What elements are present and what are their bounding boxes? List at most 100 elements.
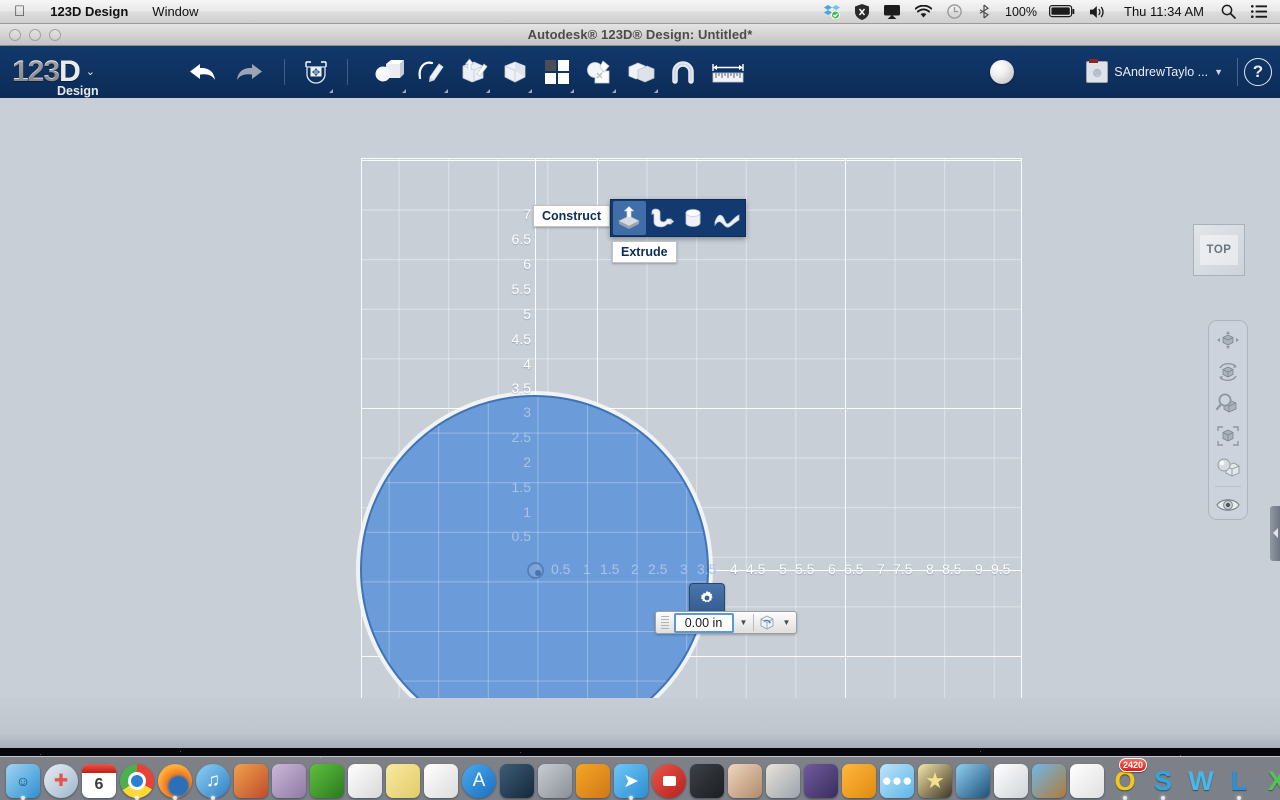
undo-button[interactable] bbox=[178, 49, 226, 95]
dock-item-letter-s[interactable]: S bbox=[1144, 760, 1182, 800]
chevron-down-icon[interactable] bbox=[654, 89, 658, 93]
bluetooth-icon[interactable] bbox=[970, 0, 998, 23]
dock-item-letter-w[interactable]: W bbox=[1182, 760, 1220, 798]
design-canvas[interactable]: 7 6.5 6 5.5 5 4.5 4 3.5 3 2.5 2 1.5 1 0.… bbox=[0, 98, 1280, 748]
dock-item-system-preferences[interactable] bbox=[536, 760, 574, 798]
dock-item-iphone-tool[interactable] bbox=[726, 760, 764, 798]
chevron-down-icon[interactable]: ▼ bbox=[1214, 67, 1223, 77]
chevron-down-icon[interactable] bbox=[612, 89, 616, 93]
dock-item-quicktime[interactable] bbox=[954, 760, 992, 798]
dock-item-keynote[interactable] bbox=[1030, 760, 1068, 798]
sketch-button[interactable] bbox=[410, 49, 452, 95]
menubar-item-window[interactable]: Window bbox=[140, 0, 210, 23]
dock-item-itunes[interactable]: ♫ bbox=[194, 760, 232, 800]
grouping-button[interactable] bbox=[578, 49, 620, 95]
dock-item-mw-app[interactable] bbox=[498, 760, 536, 798]
spotlight-search-icon[interactable] bbox=[1214, 0, 1243, 23]
view-style-tool-button[interactable] bbox=[1213, 454, 1243, 481]
battery-icon[interactable] bbox=[1042, 0, 1082, 23]
transform-button[interactable] bbox=[295, 49, 337, 95]
display-settings-tool-button[interactable] bbox=[1213, 492, 1243, 519]
flip-direction-icon[interactable] bbox=[757, 614, 777, 632]
dock-item-twitter[interactable]: ➤ bbox=[612, 760, 650, 800]
account-name: SAndrewTaylo ... bbox=[1114, 65, 1209, 79]
snap-button[interactable] bbox=[662, 49, 704, 95]
navbar-divider bbox=[1215, 486, 1241, 487]
menubar-clock[interactable]: Thu 11:34 AM bbox=[1115, 4, 1213, 19]
menubar-app-name[interactable]: 123D Design bbox=[38, 0, 140, 23]
chevron-down-icon[interactable] bbox=[444, 89, 448, 93]
account-menu[interactable]: ☻ SAndrewTaylo ... ▼ bbox=[1086, 59, 1231, 83]
antivirus-shield-icon[interactable] bbox=[848, 0, 876, 23]
construct-button[interactable] bbox=[452, 49, 494, 95]
extrude-settings-button[interactable] bbox=[689, 583, 725, 613]
dock-item-letter-o[interactable]: O 2420 bbox=[1106, 758, 1147, 800]
chevron-down-icon[interactable]: ⌄ bbox=[86, 65, 95, 78]
volume-icon[interactable] bbox=[1083, 0, 1114, 23]
chevron-down-icon[interactable] bbox=[402, 89, 406, 93]
dock-item-matlab[interactable] bbox=[688, 760, 726, 798]
pattern-button[interactable] bbox=[536, 49, 578, 95]
apple-logo-icon[interactable]:  bbox=[0, 4, 38, 19]
dock-item-sketchup[interactable] bbox=[232, 760, 270, 798]
revolve-tool-button[interactable] bbox=[678, 201, 711, 235]
dock-item-blender[interactable] bbox=[574, 760, 612, 798]
drag-handle-icon[interactable] bbox=[659, 614, 671, 631]
flip-dropdown-caret-icon[interactable]: ▼ bbox=[780, 618, 793, 627]
dock-item-imovie[interactable]: ★ bbox=[916, 760, 954, 798]
zoom-tool-button[interactable] bbox=[1213, 390, 1243, 417]
loft-tool-button[interactable] bbox=[711, 201, 744, 235]
value-dropdown-caret-icon[interactable]: ▼ bbox=[737, 618, 750, 627]
battery-percent: 100% bbox=[1005, 4, 1038, 19]
dock-item-firefox[interactable] bbox=[156, 760, 194, 800]
combine-button[interactable] bbox=[620, 49, 662, 95]
dock-item-numbers[interactable] bbox=[992, 760, 1030, 798]
finder-icon: ☺ bbox=[6, 764, 40, 798]
fit-tool-button[interactable] bbox=[1213, 422, 1243, 449]
dock-item-chrome[interactable] bbox=[118, 760, 156, 800]
dock-item-letter-l[interactable]: L bbox=[1220, 760, 1258, 800]
orbit-tool-button[interactable] bbox=[1213, 358, 1243, 385]
dock-item-screen-recorder[interactable] bbox=[650, 760, 688, 798]
material-button[interactable] bbox=[978, 60, 1026, 84]
redo-button[interactable] bbox=[226, 49, 274, 95]
chevron-down-icon[interactable] bbox=[570, 89, 574, 93]
dock-item-safari[interactable]: ✚ bbox=[42, 760, 80, 798]
dock-item-letter-x[interactable]: X bbox=[1258, 760, 1280, 798]
extrude-distance-input[interactable]: 0.00 in bbox=[674, 612, 734, 633]
dropbox-icon[interactable] bbox=[817, 0, 847, 23]
dock[interactable]: ☺✚ 6 ♫A➤ ●●●★O2420SWLXCPL 43 bbox=[0, 756, 1280, 800]
meshmixer-icon bbox=[272, 764, 306, 798]
extrude-tool-button[interactable] bbox=[613, 201, 646, 235]
dock-item-purple-tool[interactable] bbox=[802, 760, 840, 798]
airplay-icon[interactable] bbox=[877, 0, 907, 23]
dock-item-photo-app[interactable] bbox=[1068, 760, 1106, 798]
dock-item-preview[interactable] bbox=[764, 760, 802, 798]
pan-tool-button[interactable] bbox=[1213, 326, 1243, 353]
viewcube[interactable]: TOP bbox=[1193, 224, 1245, 276]
primitives-button[interactable] bbox=[368, 49, 410, 95]
dock-item-messages[interactable]: ●●● bbox=[878, 760, 916, 798]
panel-expand-handle[interactable] bbox=[1270, 506, 1280, 561]
measure-button[interactable] bbox=[704, 49, 752, 95]
chevron-down-icon[interactable] bbox=[528, 89, 532, 93]
chevron-down-icon[interactable] bbox=[486, 89, 490, 93]
dock-item-flower-app[interactable] bbox=[840, 760, 878, 798]
notification-center-icon[interactable] bbox=[1244, 0, 1274, 23]
dock-item-meshmixer[interactable] bbox=[270, 760, 308, 798]
dock-item-finder[interactable]: ☺ bbox=[4, 760, 42, 800]
dock-item-textedit[interactable] bbox=[422, 760, 460, 798]
dock-item-reminders[interactable] bbox=[346, 760, 384, 798]
dock-item-stickies[interactable] bbox=[384, 760, 422, 798]
help-button[interactable]: ? bbox=[1244, 58, 1272, 86]
app-logo[interactable]: 123 D ⌄ Design bbox=[0, 57, 150, 99]
purple-tool-icon bbox=[804, 764, 838, 798]
wifi-icon[interactable] bbox=[908, 0, 939, 23]
sweep-tool-button[interactable] bbox=[646, 201, 679, 235]
dock-item-grasshopper[interactable] bbox=[308, 760, 346, 798]
y-axis-labels: 7 6.5 6 5.5 5 4.5 4 3.5 3 2.5 2 1.5 1 0.… bbox=[475, 98, 531, 748]
dock-item-app-store[interactable]: A bbox=[460, 760, 498, 798]
chevron-down-icon[interactable] bbox=[329, 89, 333, 93]
dock-item-calendar[interactable]: 6 bbox=[80, 760, 118, 798]
modify-button[interactable] bbox=[494, 49, 536, 95]
